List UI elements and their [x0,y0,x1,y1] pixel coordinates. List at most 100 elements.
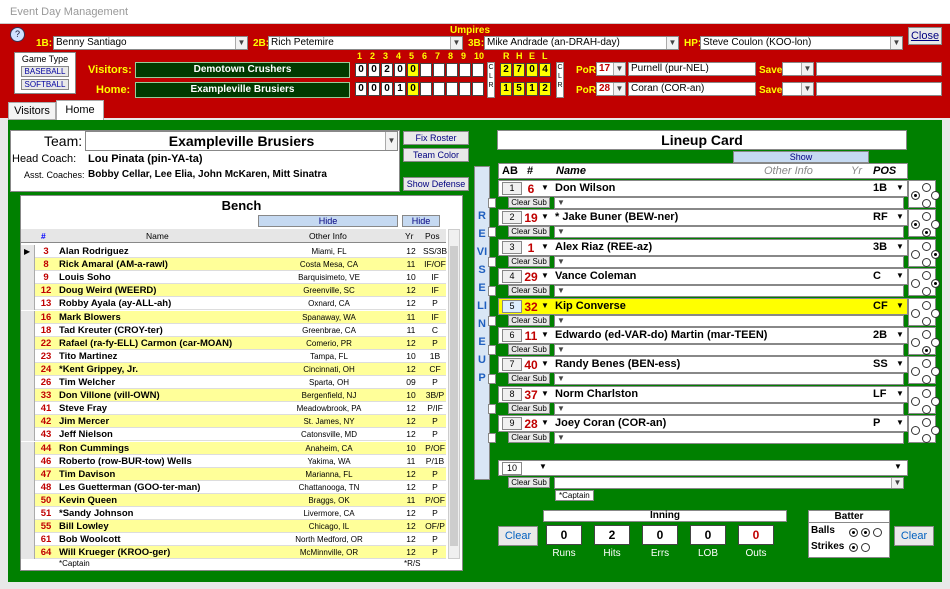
clear-batter-button[interactable]: Clear [894,526,934,546]
row-selector[interactable] [21,441,35,455]
base-first-indicator[interactable] [931,396,940,406]
visitors-inning-score[interactable]: 0 [407,63,419,77]
clear-sub-button[interactable]: Clear Sub [508,373,550,385]
sub-select[interactable]: ▼ [554,255,904,268]
visitors-inning-score[interactable] [446,63,458,77]
ball-3-indicator[interactable] [873,528,882,537]
bench-row[interactable]: ▶ 3 Alan Rodriguez Miami, FL 12 SS/3B [21,245,447,258]
ump-2b-select[interactable]: Rich Petemire ▼ [268,36,463,50]
chevron-down-icon[interactable]: ▼ [896,330,904,339]
base-home-indicator[interactable] [922,375,931,385]
chevron-down-icon[interactable]: ▼ [896,389,904,398]
home-inning-score[interactable] [446,82,458,96]
inning-stat-value[interactable]: 0 [738,525,774,545]
lineup-row[interactable]: 5 32 ▼ Kip Converse CF ▼ [498,297,908,315]
row-selector[interactable] [21,415,35,429]
team-select[interactable]: Exampleville Brusiers ▼ [85,131,398,151]
strike-1-indicator[interactable] [849,543,858,552]
sub-select[interactable]: ▼ [554,344,904,356]
chevron-down-icon[interactable]: ▼ [541,301,549,310]
bench-row[interactable]: 64 Will Krueger (KROO-ger) McMinnville, OR… [21,546,446,560]
visitors-rhel-value[interactable]: 4 [539,63,551,77]
base-second-indicator[interactable] [922,212,931,222]
field-diagram[interactable] [908,327,940,355]
sub-toggle[interactable] [488,374,496,385]
row-selector[interactable] [21,336,35,350]
lineup-row[interactable]: 7 40 ▼ Randy Benes (BEN-ess) SS ▼ [498,356,908,374]
home-rhel-value[interactable]: 5 [513,82,525,96]
bench-row[interactable]: 16 Mark Blowers Spanaway, WA 11 IF [21,310,446,324]
bench-row[interactable]: 26 Tim Welcher Sparta, OH 09 P [21,376,446,389]
base-third-indicator[interactable] [911,367,920,377]
bench-scrollbar[interactable] [448,229,460,559]
ump-hp-select[interactable]: Steve Coulon (KOO-lon) ▼ [700,36,903,50]
bench-row[interactable]: 13 Robby Ayala (ay-ALL-ah) Oxnard, CA 12 P [21,297,446,311]
clear-runs-button[interactable]: C L R [487,62,495,98]
row-selector[interactable] [21,493,35,507]
chevron-down-icon[interactable]: ▼ [539,462,547,471]
bench-row[interactable]: 41 Steve Fray Meadowbrook, PA 12 P/IF [21,402,446,416]
base-first-indicator[interactable] [931,338,940,347]
row-selector[interactable] [21,389,35,403]
base-second-indicator[interactable] [922,300,931,310]
field-diagram[interactable] [908,209,940,238]
sub-toggle[interactable] [488,403,496,414]
sub-toggle[interactable] [488,227,496,238]
visitors-inning-score[interactable]: 0 [355,63,367,77]
bench-row[interactable]: 55 Bill Lowley Chicago, IL 12 OF/P [21,520,446,534]
clear-sub-button[interactable]: Clear Sub [508,197,550,208]
base-third-indicator[interactable] [911,279,920,289]
base-home-indicator[interactable] [922,287,931,297]
visitors-rhel-value[interactable]: 2 [500,63,512,77]
sub-toggle[interactable] [488,315,496,326]
home-inning-score[interactable] [433,82,445,96]
base-third-indicator[interactable] [911,308,920,318]
visitors-inning-score[interactable]: 0 [394,63,406,77]
chevron-down-icon[interactable]: ▼ [894,462,902,471]
home-rhel-value[interactable]: 2 [539,82,551,96]
bench-row[interactable]: 44 Ron Cummings Anaheim, CA 10 P/OF [21,441,446,455]
sub-toggle[interactable] [488,198,496,208]
chevron-down-icon[interactable]: ▼ [541,389,549,398]
row-selector[interactable] [21,362,35,376]
bench-row[interactable]: 51 *Sandy Johnson Livermore, CA 12 P [21,507,446,520]
home-save-num[interactable]: ▼ [782,82,814,96]
base-second-indicator[interactable] [922,241,931,251]
base-home-indicator[interactable] [922,434,931,444]
row-selector[interactable] [21,507,35,520]
help-icon[interactable]: ? [10,27,25,42]
chevron-down-icon[interactable]: ▼ [896,212,904,221]
base-home-indicator[interactable] [922,316,931,326]
bench-row[interactable]: 42 Jim Mercer St. James, NY 12 P [21,415,446,429]
home-por-num[interactable]: 28 ▼ [596,82,626,96]
sub-select[interactable]: ▼ [554,226,904,239]
ump-1b-select[interactable]: Benny Santiago ▼ [53,36,248,50]
chevron-down-icon[interactable]: ▼ [541,418,549,427]
lineup-row[interactable]: 3 1 ▼ Alex Riaz (REE-az) 3B ▼ [498,238,908,256]
base-third-indicator[interactable] [911,396,920,406]
inning-stat-value[interactable]: 0 [690,525,726,545]
ball-1-indicator[interactable] [849,528,858,537]
row-selector[interactable] [21,520,35,534]
row-selector[interactable] [21,467,35,481]
row-selector[interactable] [21,454,35,468]
inning-stat-value[interactable]: 0 [642,525,678,545]
bench-hide-info-button[interactable]: Hide [258,215,398,227]
strike-2-indicator[interactable] [861,543,870,552]
field-diagram[interactable] [908,180,940,208]
clear-sub-button[interactable]: Clear Sub [508,255,550,267]
base-second-indicator[interactable] [922,418,931,428]
chevron-down-icon[interactable]: ▼ [896,242,904,251]
row-selector[interactable] [21,258,35,272]
chevron-down-icon[interactable]: ▼ [541,359,549,368]
row-selector[interactable] [21,402,35,416]
base-home-indicator[interactable] [922,257,931,267]
base-first-indicator[interactable] [931,308,940,318]
bench-hide-pos-button[interactable]: Hide [402,215,440,227]
row-selector[interactable] [21,376,35,389]
base-home-indicator[interactable] [922,199,931,208]
base-third-indicator[interactable] [911,426,920,436]
sub-toggle[interactable] [488,433,496,444]
row-selector[interactable] [21,271,35,285]
base-third-indicator[interactable] [911,220,920,230]
